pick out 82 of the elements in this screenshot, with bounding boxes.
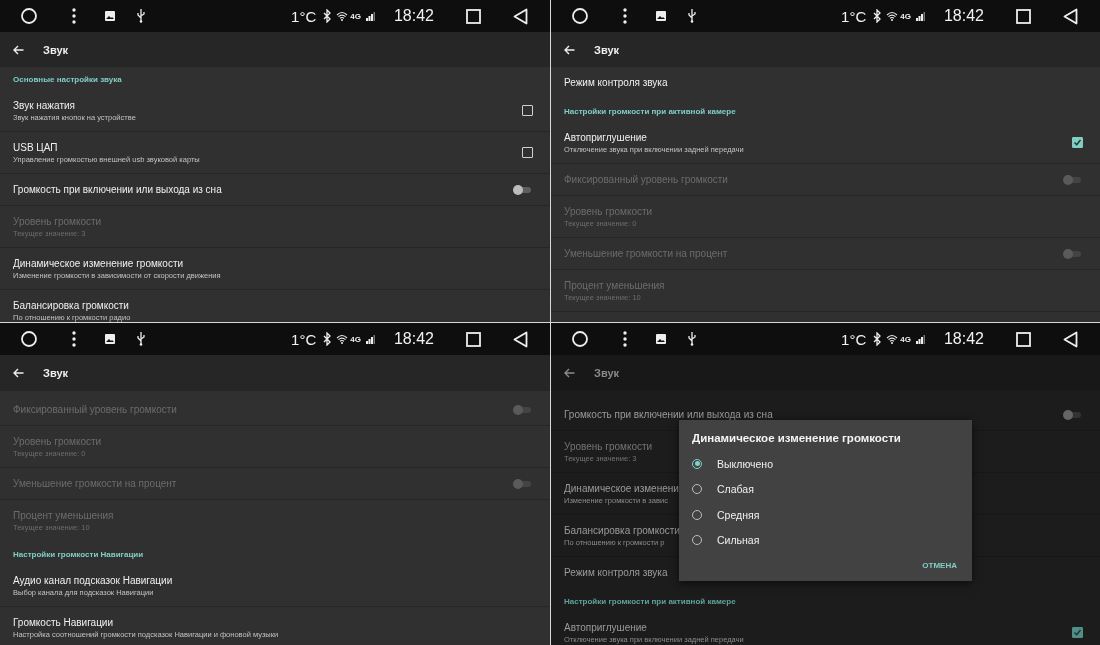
menu-icon[interactable] [71, 7, 77, 25]
screen-title: Звук [43, 366, 68, 379]
clock: 18:42 [943, 7, 984, 25]
section-header: Настройки громкости Навигации [13, 550, 144, 559]
temperature: 1°C [291, 330, 317, 348]
option-label[interactable]: Слабая [717, 483, 754, 496]
bluetooth-icon [323, 332, 333, 346]
image-icon [656, 11, 666, 21]
setting-title[interactable]: Автоприглушение [564, 131, 744, 143]
usb-icon [688, 332, 696, 346]
section-header: Основные настройки звука [13, 75, 122, 84]
toggle-switch[interactable] [513, 184, 531, 195]
signal-icon [915, 11, 925, 21]
usb-icon [688, 9, 696, 23]
bluetooth-icon [873, 332, 883, 346]
checkbox[interactable] [522, 147, 533, 158]
wifi-icon [336, 334, 349, 344]
recents-icon[interactable] [1016, 8, 1031, 24]
clock: 18:42 [393, 330, 434, 348]
home-icon[interactable] [571, 330, 589, 348]
temperature: 1°C [841, 330, 867, 348]
cancel-button[interactable]: ОТМЕНА [920, 557, 959, 574]
setting-title[interactable]: Режим контроля звука [564, 567, 668, 578]
temperature: 1°C [291, 7, 317, 25]
option-label[interactable]: Средняя [717, 508, 760, 521]
network-label: 4G [350, 11, 361, 21]
section-header: Настройки громкости при активной камере [564, 597, 736, 606]
image-icon [656, 334, 666, 344]
usb-icon [137, 9, 145, 23]
screen-title: Звук [594, 43, 619, 56]
back-icon[interactable] [513, 7, 528, 25]
checkbox[interactable] [522, 105, 533, 116]
option-label[interactable]: Сильная [717, 534, 760, 547]
network-label: 4G [900, 11, 911, 21]
recents-icon[interactable] [466, 331, 481, 347]
setting-title[interactable]: Балансировка громкости [13, 299, 131, 311]
image-icon [105, 334, 115, 344]
temperature: 1°C [841, 7, 867, 25]
setting-title[interactable]: USB ЦАП [13, 141, 200, 153]
setting-title[interactable]: Громкость Навигации [13, 616, 279, 628]
toggle-switch[interactable] [1063, 409, 1081, 420]
back-icon[interactable] [513, 330, 528, 348]
screen-title: Звук [43, 43, 68, 56]
setting-title[interactable]: Балансировка громкости [564, 524, 680, 536]
setting-title[interactable]: Динамическое изменение громкости [13, 257, 221, 269]
clock: 18:42 [943, 330, 984, 348]
section-header: Настройки громкости при активной камере [564, 107, 736, 116]
recents-icon[interactable] [1016, 331, 1031, 347]
home-icon[interactable] [571, 7, 589, 25]
setting-title[interactable]: Громкость при включении или выхода из сна [564, 409, 773, 420]
checkbox[interactable] [1072, 627, 1083, 638]
image-icon [105, 11, 115, 21]
setting-title[interactable]: Автоприглушение [564, 621, 744, 633]
signal-icon [365, 334, 375, 344]
menu-icon[interactable] [71, 330, 77, 348]
screen-title: Звук [594, 366, 619, 379]
recents-icon[interactable] [466, 8, 481, 24]
back-icon[interactable] [1063, 7, 1078, 25]
option-label[interactable]: Выключено [717, 457, 773, 470]
setting-title[interactable]: Громкость при включении или выхода из сна [13, 184, 222, 195]
setting-title[interactable]: Динамическое изменени [564, 482, 679, 494]
dialog-title: Динамическое изменение громкости [692, 432, 902, 444]
home-icon[interactable] [20, 7, 38, 25]
home-icon[interactable] [20, 330, 38, 348]
setting-title[interactable]: Режим контроля звука [564, 77, 668, 88]
wifi-icon [336, 11, 349, 21]
wifi-icon [886, 11, 899, 21]
menu-icon[interactable] [622, 7, 628, 25]
network-label: 4G [900, 334, 911, 344]
checkbox[interactable] [1072, 137, 1083, 148]
network-label: 4G [350, 334, 361, 344]
bluetooth-icon [323, 9, 333, 23]
back-icon[interactable] [1063, 330, 1078, 348]
wifi-icon [886, 334, 899, 344]
signal-icon [365, 11, 375, 21]
setting-title[interactable]: Аудио канал подсказок Навигации [13, 574, 173, 586]
signal-icon [915, 334, 925, 344]
menu-icon[interactable] [622, 330, 628, 348]
usb-icon [137, 332, 145, 346]
bluetooth-icon [873, 9, 883, 23]
setting-title[interactable]: Звук нажатия [13, 99, 136, 111]
clock: 18:42 [393, 7, 434, 25]
